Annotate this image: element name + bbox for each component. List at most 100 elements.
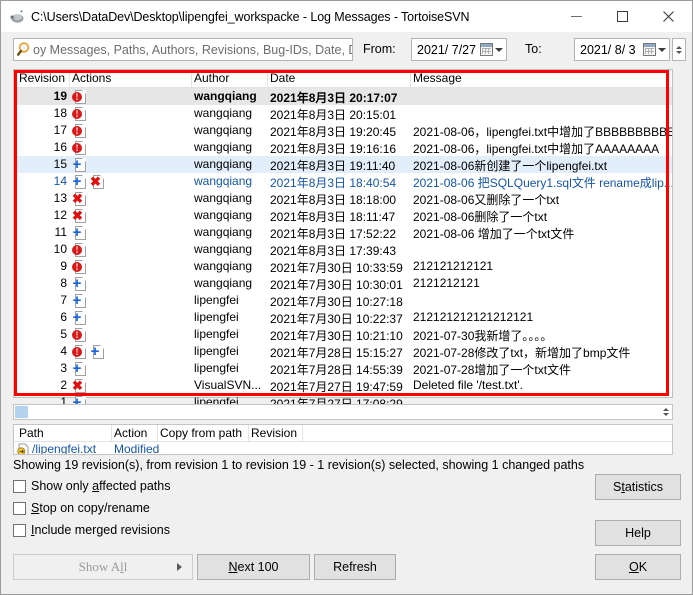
table-row[interactable]: 14 + ✖ wangqiang 2021年8月3日 18:40:54 2021-08-0… (14, 173, 672, 190)
table-row[interactable]: 3 + lipengfei 2021年7月28日 14:55:39 2021-07-28… (14, 360, 672, 377)
commit-message: 2021-08-06 把SQLQuery1.sql文件 rename成lip..… (413, 176, 672, 190)
column-divider[interactable] (157, 425, 158, 441)
column-divider[interactable] (302, 425, 303, 441)
search-input[interactable]: oy Messages, Paths, Authors, Revisions, … (13, 38, 353, 61)
path-column-header-path[interactable]: Path (19, 426, 44, 440)
deleted-icon: ✖ (72, 208, 87, 223)
action-icons: ! (72, 241, 192, 258)
commit-date: 2021年8月3日 17:52:22 (270, 227, 397, 241)
path-column-header-copyfrom[interactable]: Copy from path (160, 426, 242, 440)
checkbox-box[interactable] (13, 523, 26, 537)
table-row[interactable]: 7 + lipengfei 2021年7月30日 10:27:18 (14, 292, 672, 309)
minimize-button[interactable] (553, 1, 599, 31)
changed-path-row[interactable]: /lipengfei.txt Modified (14, 442, 672, 455)
author-name: wangqiang (194, 123, 253, 137)
modified-icon: ! (72, 259, 87, 274)
changed-paths-list[interactable]: Path Action Copy from path Revision /lip… (13, 424, 673, 455)
close-button[interactable] (645, 1, 691, 31)
commit-date: 2021年8月3日 17:39:43 (270, 244, 397, 258)
author-name: lipengfei (194, 293, 239, 307)
title-bar: C:\Users\DataDev\Desktop\lipengfei_works… (1, 1, 692, 32)
from-date-picker[interactable]: 2021/ 7/27 (411, 38, 507, 61)
table-row[interactable]: 11 + wangqiang 2021年8月3日 17:52:22 2021-08-06… (14, 224, 672, 241)
search-icon (17, 41, 34, 58)
path-column-header-revision[interactable]: Revision (251, 426, 297, 440)
spinner-down-icon (662, 413, 669, 416)
deleted-icon: ✖ (72, 191, 87, 206)
column-header-message[interactable]: Message (413, 71, 462, 85)
maximize-button[interactable] (599, 1, 645, 31)
log-messages-dialog: C:\Users\DataDev\Desktop\lipengfei_works… (0, 0, 693, 595)
table-row[interactable]: 5! lipengfei 2021年7月30日 10:21:10 2021-07-30… (14, 326, 672, 343)
added-icon: + (72, 293, 87, 308)
from-date-dropdown[interactable] (480, 43, 503, 56)
commit-message: 2021-07-28增加了一个txt文件 (413, 363, 572, 377)
table-row[interactable]: 19! wangqiang 2021年8月3日 20:17:07 (14, 88, 672, 105)
modified-icon: ! (72, 344, 87, 359)
table-row[interactable]: 15 + wangqiang 2021年8月3日 19:11:40 2021-08-06… (14, 156, 672, 173)
checkbox-include-merged-revisions[interactable]: Include merged revisions (13, 523, 170, 537)
author-name: wangqiang (194, 208, 253, 222)
checkbox-stop-on-copy-rename[interactable]: Stop on copy/rename (13, 501, 150, 515)
to-date-dropdown[interactable] (643, 43, 666, 56)
commit-message: 2121212121 (413, 276, 480, 290)
next-100-button[interactable]: Next 100 (197, 554, 310, 580)
to-date-picker[interactable]: 2021/ 8/ 3 (574, 38, 670, 61)
filter-bar: oy Messages, Paths, Authors, Revisions, … (1, 32, 692, 66)
revision-rows: 19! wangqiang 2021年8月3日 20:17:07 18! wangqia… (14, 88, 672, 411)
table-row[interactable]: 17! wangqiang 2021年8月3日 19:20:45 2021-08-06… (14, 122, 672, 139)
revision-number: 19 (53, 89, 67, 103)
commit-date: 2021年8月3日 19:11:40 (270, 159, 396, 173)
author-name: wangqiang (194, 106, 253, 120)
commit-date: 2021年8月3日 18:11:47 (270, 210, 396, 224)
commit-date: 2021年7月30日 10:30:01 (270, 278, 403, 292)
path-column-header-action[interactable]: Action (114, 426, 147, 440)
checkbox-show-only-affected-paths[interactable]: Show only affected paths (13, 479, 170, 493)
ok-button[interactable]: OK (595, 554, 681, 580)
horizontal-scrollbar[interactable] (13, 404, 673, 420)
changed-path-action: Modified (114, 442, 160, 455)
commit-date: 2021年8月3日 19:20:45 (270, 125, 397, 139)
spinner-control[interactable] (672, 38, 686, 61)
column-divider[interactable] (410, 70, 411, 87)
column-header-revision[interactable]: Revision (19, 71, 65, 85)
checkbox-box[interactable] (13, 479, 26, 493)
table-row[interactable]: 6 + lipengfei 2021年7月30日 10:22:37 2121212121… (14, 309, 672, 326)
table-row[interactable]: 12 ✖ wangqiang 2021年8月3日 18:11:47 2021-08-06… (14, 207, 672, 224)
revision-number: 8 (60, 276, 67, 290)
column-header-actions[interactable]: Actions (72, 71, 111, 85)
author-name: wangqiang (194, 89, 257, 103)
column-divider[interactable] (267, 70, 268, 87)
revision-number: 3 (60, 361, 67, 375)
author-name: lipengfei (194, 361, 239, 375)
modified-file-icon (17, 443, 30, 454)
modified-icon: ! (72, 140, 87, 155)
table-row[interactable]: 10! wangqiang 2021年8月3日 17:39:43 (14, 241, 672, 258)
added-icon: + (90, 344, 105, 359)
revision-number: 14 (53, 174, 67, 188)
help-button[interactable]: Help (595, 520, 681, 546)
column-divider[interactable] (191, 70, 192, 87)
column-divider[interactable] (248, 425, 249, 441)
column-header-author[interactable]: Author (194, 71, 229, 85)
scrollbar-spinner[interactable] (661, 406, 670, 418)
refresh-button[interactable]: Refresh (314, 554, 396, 580)
table-row[interactable]: 8 + wangqiang 2021年7月30日 10:30:01 2121212121 (14, 275, 672, 292)
column-divider[interactable] (69, 70, 70, 87)
table-row[interactable]: 18! wangqiang 2021年8月3日 20:15:01 (14, 105, 672, 122)
table-row[interactable]: 16! wangqiang 2021年8月3日 19:16:16 2021-08-06… (14, 139, 672, 156)
column-header-date[interactable]: Date (270, 71, 295, 85)
column-divider[interactable] (111, 425, 112, 441)
statistics-button[interactable]: St atistics (595, 474, 681, 500)
table-row[interactable]: 4! + lipengfei 2021年7月28日 15:15:27 2021-07-2… (14, 343, 672, 360)
revision-list[interactable]: Revision Actions Author Date Message 19!… (13, 69, 673, 411)
scrollbar-thumb[interactable] (15, 406, 28, 418)
window-title: C:\Users\DataDev\Desktop\lipengfei_works… (31, 9, 470, 24)
show-all-button[interactable]: Show All (13, 554, 193, 580)
table-row[interactable]: 13 ✖ wangqiang 2021年8月3日 18:18:00 2021-08-06… (14, 190, 672, 207)
author-name: wangqiang (194, 157, 253, 171)
table-row[interactable]: 9! wangqiang 2021年7月30日 10:33:59 2121212121… (14, 258, 672, 275)
checkbox-box[interactable] (13, 501, 26, 515)
table-row[interactable]: 2 ✖ VisualSVN... 2021年7月27日 19:47:59 Deleted… (14, 377, 672, 394)
commit-date: 2021年8月3日 20:15:01 (270, 108, 397, 122)
